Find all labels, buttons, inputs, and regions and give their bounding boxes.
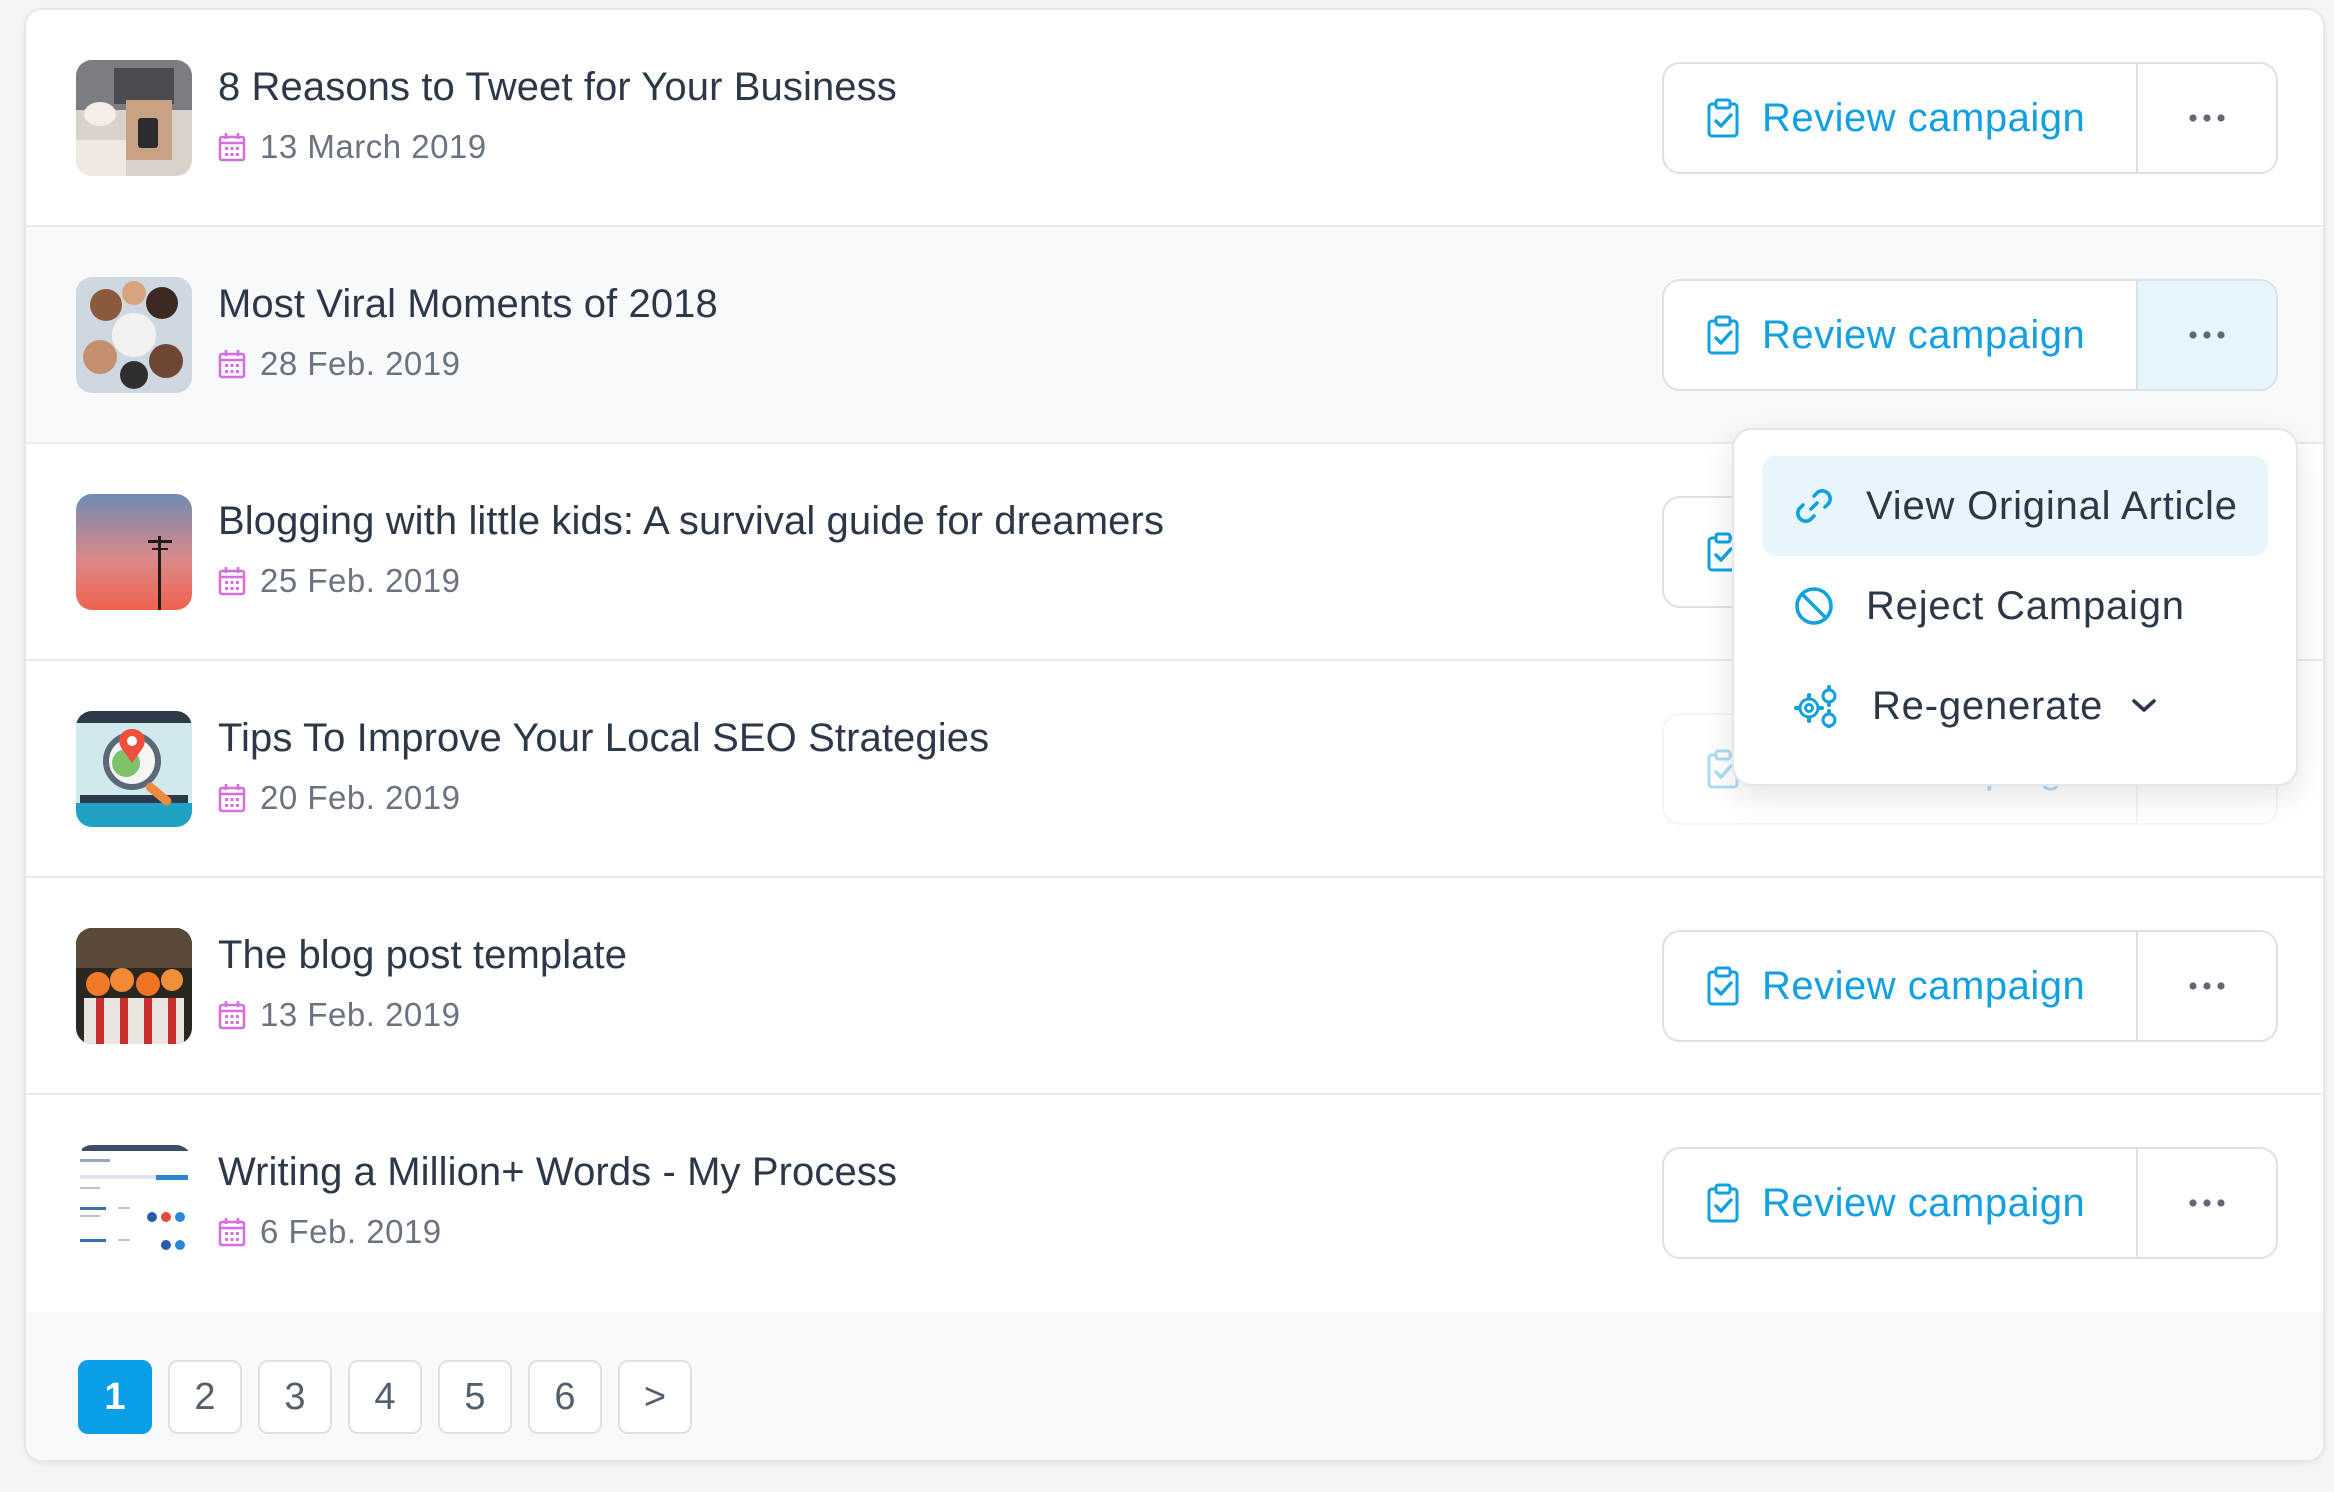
article-date-group: 6 Feb. 2019 (218, 1213, 442, 1251)
clipboard-check-icon (1706, 1183, 1740, 1223)
article-title: Most Viral Moments of 2018 (218, 282, 718, 326)
article-date: 28 Feb. 2019 (260, 345, 461, 382)
page-button-4[interactable]: 4 (348, 1360, 422, 1434)
article-thumbnail (76, 928, 192, 1044)
review-campaign-button[interactable]: Review campaign (1664, 64, 2138, 172)
calendar-icon (218, 566, 246, 596)
article-actions: Review campaign (1662, 930, 2278, 1042)
more-options-button[interactable] (2138, 1149, 2276, 1257)
clipboard-check-icon (1706, 966, 1740, 1006)
calendar-icon (218, 783, 246, 813)
article-date-group: 13 March 2019 (218, 128, 487, 166)
menu-item-view-original-article[interactable]: View Original Article (1762, 456, 2268, 556)
review-campaign-label: Review campaign (1762, 312, 2086, 357)
article-title: Writing a Million+ Words - My Process (218, 1150, 898, 1194)
review-campaign-label: Review campaign (1762, 1180, 2086, 1225)
menu-item-label: View Original Article (1866, 483, 2238, 528)
page-button-3[interactable]: 3 (258, 1360, 332, 1434)
article-date-group: 13 Feb. 2019 (218, 996, 461, 1034)
more-options-button[interactable] (2138, 932, 2276, 1040)
article-thumbnail (76, 711, 192, 827)
clipboard-check-icon (1706, 98, 1740, 138)
review-campaign-label: Review campaign (1762, 95, 2086, 140)
review-campaign-button[interactable]: Review campaign (1664, 1149, 2138, 1257)
article-thumbnail (76, 1145, 192, 1261)
calendar-icon (218, 1217, 246, 1247)
gears-icon (1794, 685, 1837, 728)
clipboard-check-icon (1706, 315, 1740, 355)
more-options-button[interactable] (2138, 281, 2276, 389)
article-date-group: 25 Feb. 2019 (218, 562, 461, 600)
calendar-icon (218, 1000, 246, 1030)
article-date-group: 20 Feb. 2019 (218, 779, 461, 817)
menu-item-regenerate[interactable]: Re-generate (1762, 656, 2268, 756)
next-page-button[interactable]: > (618, 1360, 692, 1434)
page-button-5[interactable]: 5 (438, 1360, 512, 1434)
ban-icon (1795, 587, 1833, 625)
page-button-1[interactable]: 1 (78, 1360, 152, 1434)
more-horizontal-icon (2187, 113, 2227, 123)
campaign-list-card: 8 Reasons to Tweet for Your Business 13 … (24, 8, 2325, 1462)
article-actions: Review campaign (1662, 1147, 2278, 1259)
article-actions: Review campaign (1662, 62, 2278, 174)
article-thumbnail (76, 494, 192, 610)
more-options-button[interactable] (2138, 64, 2276, 172)
article-title: The blog post template (218, 933, 628, 977)
menu-item-label: Reject Campaign (1866, 583, 2185, 628)
article-date: 13 March 2019 (260, 128, 487, 165)
article-thumbnail (76, 277, 192, 393)
page-button-2[interactable]: 2 (168, 1360, 242, 1434)
more-horizontal-icon (2187, 981, 2227, 991)
chevron-down-icon (2132, 699, 2156, 712)
more-horizontal-icon (2187, 1198, 2227, 1208)
review-campaign-button[interactable]: Review campaign (1664, 281, 2138, 389)
article-row: The blog post template 13 Feb. 2019 Revi… (26, 878, 2323, 1095)
article-date: 20 Feb. 2019 (260, 779, 461, 816)
article-date: 13 Feb. 2019 (260, 996, 461, 1033)
more-horizontal-icon (2187, 330, 2227, 340)
article-date-group: 28 Feb. 2019 (218, 345, 461, 383)
article-date: 25 Feb. 2019 (260, 562, 461, 599)
article-title: 8 Reasons to Tweet for Your Business (218, 65, 897, 109)
page-button-6[interactable]: 6 (528, 1360, 602, 1434)
article-row: Most Viral Moments of 2018 28 Feb. 2019 … (26, 227, 2323, 444)
pagination: 1 2 3 4 5 6 > (26, 1312, 2323, 1460)
menu-item-label: Re-generate (1872, 683, 2104, 728)
calendar-icon (218, 349, 246, 379)
more-options-menu: View Original Article Reject Campaign Re… (1732, 428, 2298, 786)
review-campaign-label: Review campaign (1762, 963, 2086, 1008)
article-row: Writing a Million+ Words - My Process 6 … (26, 1095, 2323, 1312)
article-title: Blogging with little kids: A survival gu… (218, 499, 1165, 543)
link-icon (1796, 489, 1832, 523)
review-campaign-button[interactable]: Review campaign (1664, 932, 2138, 1040)
article-row: 8 Reasons to Tweet for Your Business 13 … (26, 10, 2323, 227)
article-thumbnail (76, 60, 192, 176)
article-actions: Review campaign (1662, 279, 2278, 391)
article-date: 6 Feb. 2019 (260, 1213, 442, 1250)
calendar-icon (218, 132, 246, 162)
article-title: Tips To Improve Your Local SEO Strategie… (218, 716, 990, 760)
menu-item-reject-campaign[interactable]: Reject Campaign (1762, 556, 2268, 656)
